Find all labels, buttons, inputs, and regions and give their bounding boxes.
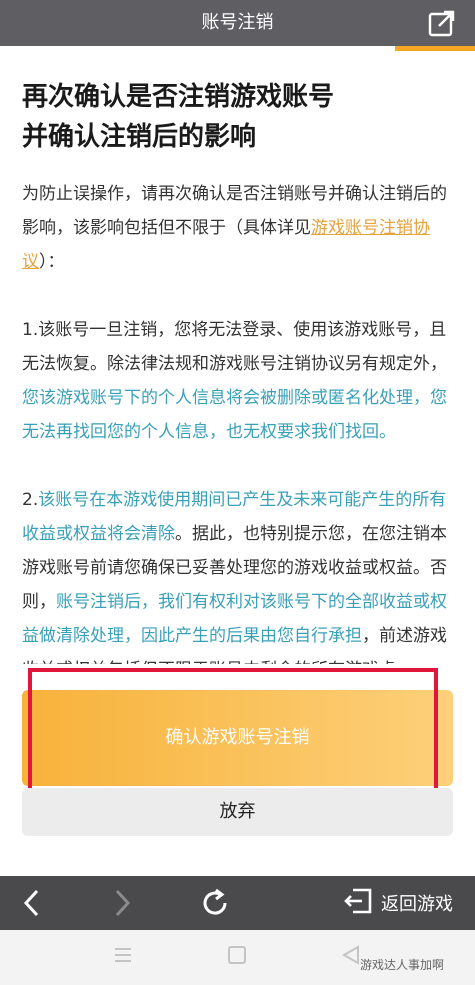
- header-bar: 账号注销: [0, 0, 475, 46]
- watermark-text: 游戏达人事加啊: [360, 958, 445, 972]
- page-title: 账号注销: [201, 12, 274, 33]
- intro-paragraph: 为防止误操作，请再次确认是否注销账号并确认注销后的影响，该影响包括但不限于（具体…: [22, 177, 453, 279]
- refresh-icon[interactable]: [192, 876, 238, 930]
- page-heading: 再次确认是否注销游戏账号 并确认注销后的影响: [22, 77, 453, 157]
- browser-nav-bar: 返回游戏: [0, 876, 475, 930]
- intro-tail: ）：: [39, 252, 65, 272]
- share-icon[interactable]: [427, 8, 457, 38]
- exit-icon: [343, 887, 373, 919]
- action-panel: 确认游戏账号注销 放弃: [0, 664, 475, 876]
- item-1-text: 1.该账号一旦注销，您将无法登录、使用该游戏账号，且无法恢复。除法律法规和游戏账…: [22, 320, 447, 374]
- menu-icon[interactable]: [112, 944, 134, 970]
- content-area[interactable]: 再次确认是否注销游戏账号 并确认注销后的影响 为防止误操作，请再次确认是否注销账…: [0, 51, 475, 664]
- item-1-paragraph: 1.该账号一旦注销，您将无法登录、使用该游戏账号，且无法恢复。除法律法规和游戏账…: [22, 313, 453, 449]
- back-to-game-button[interactable]: 返回游戏: [328, 876, 468, 930]
- home-icon[interactable]: [226, 944, 248, 970]
- chevron-left-icon[interactable]: [10, 876, 54, 930]
- cancel-button[interactable]: 放弃: [22, 788, 453, 836]
- item-2-paragraph: 2.该账号在本游戏使用期间已产生及未来可能产生的所有收益或权益将会清除。据此，也…: [22, 483, 453, 664]
- triangle-back-icon[interactable]: [340, 944, 362, 970]
- system-nav-bar: 游戏达人事加啊: [0, 930, 475, 985]
- item-1-highlight: 您该游戏账号下的个人信息将会被删除或匿名化处理，您无法再找回您的个人信息，也无权…: [22, 388, 447, 442]
- heading-line-1: 再次确认是否注销游戏账号: [22, 82, 335, 112]
- confirm-deregister-button[interactable]: 确认游戏账号注销: [22, 690, 453, 786]
- heading-line-2: 并确认注销后的影响: [22, 122, 257, 152]
- back-to-game-label: 返回游戏: [381, 894, 453, 915]
- item-2-number: 2.: [22, 490, 39, 510]
- chevron-right-icon[interactable]: [100, 876, 144, 930]
